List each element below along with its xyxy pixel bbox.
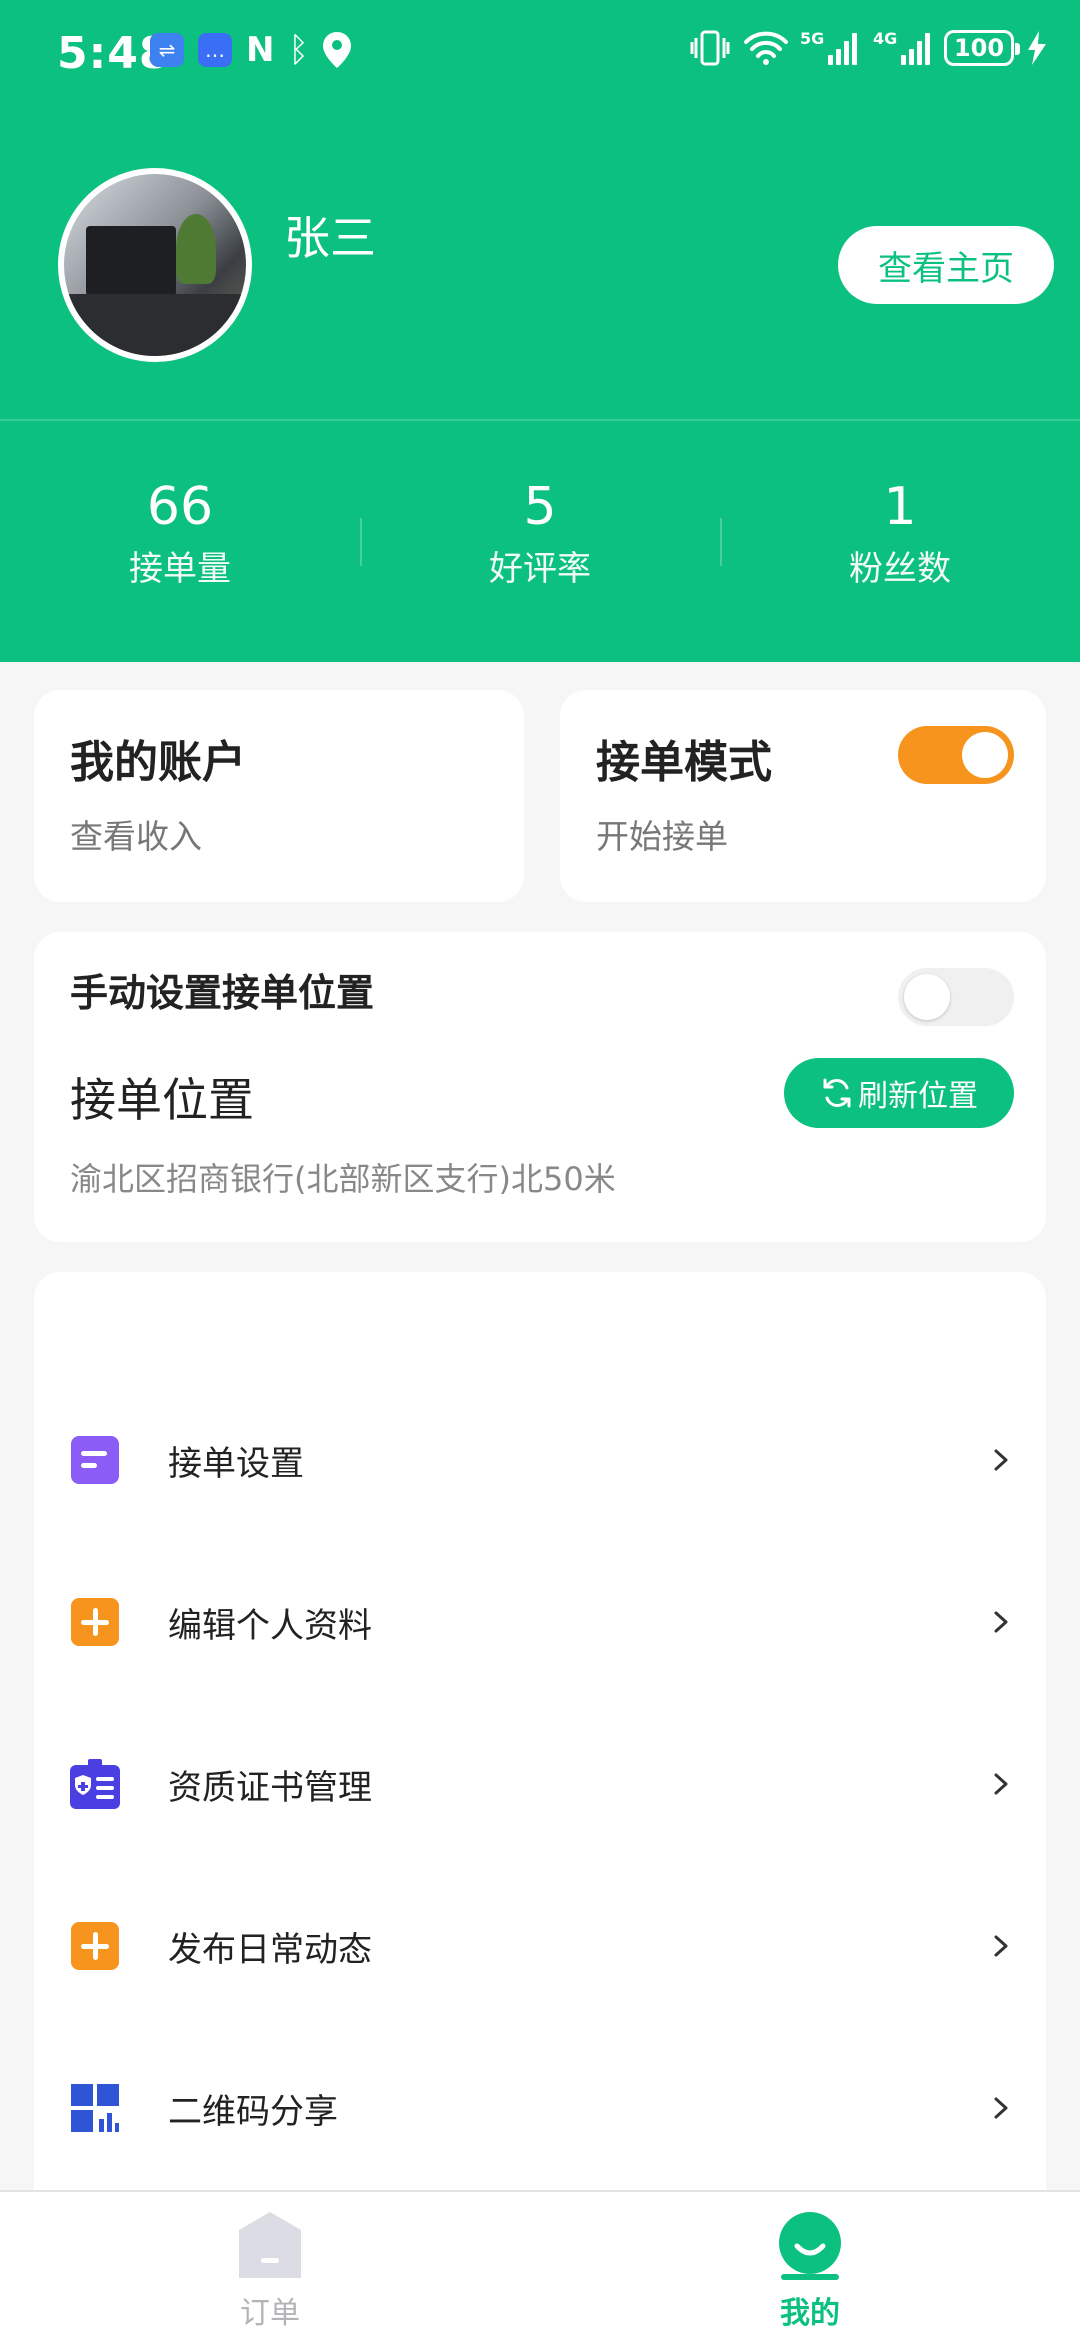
stat-label: 粉丝数 <box>849 549 951 589</box>
system-icons: 5G 4G 100 <box>690 29 1046 66</box>
chevron-right-icon <box>994 1611 1008 1633</box>
refresh-location-button[interactable]: 刷新位置 <box>784 1058 1014 1128</box>
tab-mine-label: 我的 <box>780 2296 840 2331</box>
order-mode-card: 接单模式 开始接单 <box>560 690 1046 902</box>
usb-icon: ⇌ <box>150 33 184 67</box>
stat-value: 5 <box>523 477 557 537</box>
refresh-location-label: 刷新位置 <box>858 1079 978 1114</box>
menu-item-label: 编辑个人资料 <box>168 1605 372 1646</box>
order-mode-toggle[interactable] <box>898 726 1014 784</box>
stat-label: 好评率 <box>489 549 591 589</box>
tab-orders[interactable]: 订单 <box>0 2192 540 2340</box>
manual-location-toggle[interactable] <box>898 968 1014 1026</box>
order-mode-subtitle: 开始接单 <box>596 817 728 856</box>
profile-header: 5:48 ⇌ … N ᛒ 5G 4G 100 张三 查看主页 66 接单量 5 … <box>0 0 1080 662</box>
order-settings-icon <box>71 1436 119 1484</box>
wifi-icon <box>744 31 788 65</box>
chevron-right-icon <box>994 1449 1008 1471</box>
location-title: 接单位置 <box>70 1073 254 1127</box>
stat-fans[interactable]: 1 粉丝数 <box>720 470 1080 610</box>
notification-icons: ⇌ … N ᛒ <box>150 32 351 68</box>
status-bar: 5:48 ⇌ … N ᛒ 5G 4G 100 <box>0 0 1080 100</box>
stat-value: 66 <box>146 477 214 537</box>
divider <box>0 419 1080 421</box>
avatar[interactable] <box>58 168 252 362</box>
manual-location-title: 手动设置接单位置 <box>70 971 375 1015</box>
message-icon: … <box>198 33 232 67</box>
bluetooth-icon: ᛒ <box>288 30 309 70</box>
tab-mine[interactable]: 我的 <box>540 2192 1080 2340</box>
plus-icon <box>71 1598 119 1646</box>
charging-icon <box>1028 31 1046 65</box>
view-home-button[interactable]: 查看主页 <box>838 226 1054 304</box>
order-mode-title: 接单模式 <box>596 737 772 788</box>
stat-orders[interactable]: 66 接单量 <box>0 470 360 610</box>
chevron-right-icon <box>994 1773 1008 1795</box>
signal-4g-icon: 4G <box>873 29 930 65</box>
account-card[interactable]: 我的账户 查看收入 <box>34 690 524 902</box>
menu-list: 接单设置 编辑个人资料 资质证书管理 发布日常动态 二维码分享 <box>34 1272 1046 2340</box>
menu-item-edit-profile[interactable]: 编辑个人资料 <box>34 1567 1046 1677</box>
location-icon <box>322 32 351 68</box>
battery-indicator: 100 <box>944 30 1020 66</box>
menu-item-certificates[interactable]: 资质证书管理 <box>34 1729 1046 1839</box>
plus-icon <box>71 1922 119 1970</box>
stat-label: 接单量 <box>129 549 231 589</box>
menu-item-label: 资质证书管理 <box>168 1767 372 1808</box>
chevron-right-icon <box>994 2097 1008 2119</box>
stat-value: 1 <box>883 477 917 537</box>
certificate-icon <box>70 1759 120 1809</box>
menu-item-label: 接单设置 <box>168 1443 304 1484</box>
user-name: 张三 <box>284 211 376 265</box>
account-subtitle: 查看收入 <box>70 817 202 856</box>
menu-item-qrcode-share[interactable]: 二维码分享 <box>34 2053 1046 2163</box>
refresh-icon <box>823 1078 851 1108</box>
account-title: 我的账户 <box>70 737 246 788</box>
signal-5g-icon: 5G <box>800 29 857 65</box>
menu-item-label: 二维码分享 <box>168 2091 338 2132</box>
location-address: 渝北区招商银行(北部新区支行)北50米 <box>70 1160 616 1198</box>
orders-home-icon <box>239 2212 301 2278</box>
bottom-tab-bar: 订单 我的 <box>0 2190 1080 2340</box>
tab-orders-label: 订单 <box>240 2296 300 2331</box>
stat-rating[interactable]: 5 好评率 <box>360 470 720 610</box>
vibrate-icon <box>690 30 730 66</box>
mine-face-icon <box>779 2212 841 2280</box>
chevron-right-icon <box>994 1935 1008 1957</box>
qrcode-icon <box>71 2084 119 2132</box>
stats-row: 66 接单量 5 好评率 1 粉丝数 <box>0 470 1080 610</box>
nfc-icon: N <box>246 30 275 70</box>
menu-item-label: 发布日常动态 <box>168 1929 372 1970</box>
menu-item-order-settings[interactable]: 接单设置 <box>34 1405 1046 1515</box>
menu-item-post-update[interactable]: 发布日常动态 <box>34 1891 1046 2001</box>
